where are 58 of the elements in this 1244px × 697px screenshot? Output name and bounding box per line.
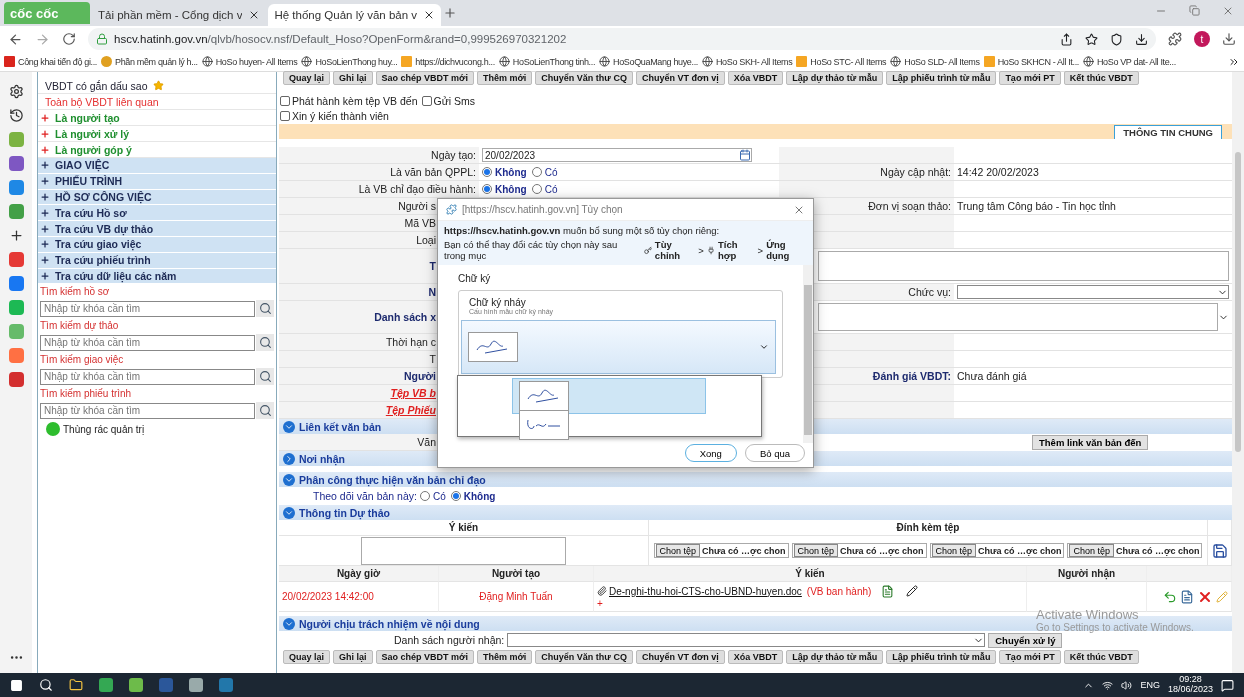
field-label: Người [404, 370, 436, 382]
dialog-message: https://hscv.hatinh.gov.vn muốn bổ sung một số tùy chọn riêng: [444, 225, 721, 236]
field-label: Là văn bản QPPL: [390, 166, 476, 178]
search-label: Tìm kiếm hồ sơ [39, 285, 111, 300]
field-label: Danh sách người nhận: [394, 634, 505, 646]
column-header: Ngày giờ [279, 566, 439, 582]
field-label: Danh sách x [374, 311, 436, 323]
file-tag: (VB ban hành) [806, 585, 872, 597]
field-label: Theo dõi văn bản này: [313, 490, 417, 502]
field-value: Chưa đánh giá [957, 370, 1027, 382]
field-label: Mã VB [404, 217, 436, 229]
path-separator: > [757, 244, 764, 256]
radio-label: Không [495, 183, 527, 195]
field-label: Tệp Phiếu [385, 404, 436, 416]
table-cell: 20/02/2023 14:42:00 [279, 582, 439, 612]
field-label: Người s [398, 200, 436, 212]
radio-label: Có [432, 490, 446, 502]
column-header: Đính kèm tệp [649, 520, 1208, 536]
search-label: Tìm kiếm dự thảo [39, 319, 120, 334]
radio-label: Không [495, 166, 527, 178]
dialog-hint: Bạn có thể thay đổi các tùy chọn này sau trong mục [444, 239, 619, 261]
field-label: Là VB chỉ đạo điều hành: [358, 183, 476, 195]
radio-label: Không [463, 490, 496, 502]
field-label: Tệp VB b [390, 387, 436, 399]
field-value: 14:42 20/02/2023 [957, 166, 1039, 178]
field-value: Trung tâm Công báo - Tin học tỉnh [957, 200, 1116, 212]
settings-path-item: Ứng dụng [766, 239, 791, 261]
field-label: Ngày tạo: [431, 149, 476, 161]
field-label: T [429, 353, 436, 365]
column-header: Ý kiến [594, 566, 1027, 582]
radio-label: Có [544, 166, 558, 178]
settings-path-item: Tùy chỉnh [654, 239, 682, 261]
add-mark: + [597, 597, 603, 609]
field-label: Loại [416, 234, 436, 246]
group-label: Chữ ký [458, 273, 491, 284]
path-separator: > [698, 244, 704, 256]
column-header: Người nhận [1027, 566, 1147, 582]
field-label: Đánh giá VBDT: [872, 370, 951, 382]
column-header: Người tạo [439, 566, 594, 582]
field-label: T [429, 260, 436, 272]
checkbox-label: Phát hành kèm tệp VB đến [292, 95, 418, 107]
field-label: Văn [417, 436, 436, 448]
field-label: Ngày cập nhật: [880, 166, 951, 178]
field-label: Chức vụ: [908, 286, 951, 298]
card-title: Chữ ký nháy [469, 297, 527, 308]
settings-path-item: Tích hợp [718, 239, 739, 261]
checkbox-label: Gửi Sms [433, 95, 475, 107]
radio-label: Có [544, 183, 558, 195]
search-label: Tìm kiếm giao việc [39, 353, 125, 368]
dialog-title: [https://hscv.hatinh.gov.vn] Tùy chọn [462, 204, 623, 215]
field-label: Thời hạn c [385, 336, 436, 348]
search-label: Tìm kiếm phiếu trình [39, 387, 133, 402]
table-cell: Đặng Minh Tuấn [439, 582, 594, 612]
field-label: Đơn vị soạn thảo: [868, 200, 951, 212]
checkbox-label: Xin ý kiến thành viên [292, 110, 389, 122]
column-header: Ý kiến [279, 520, 649, 536]
field-label: N [428, 286, 436, 298]
activation-watermark-text: Go to Settings to activate Windows. [1036, 622, 1194, 633]
